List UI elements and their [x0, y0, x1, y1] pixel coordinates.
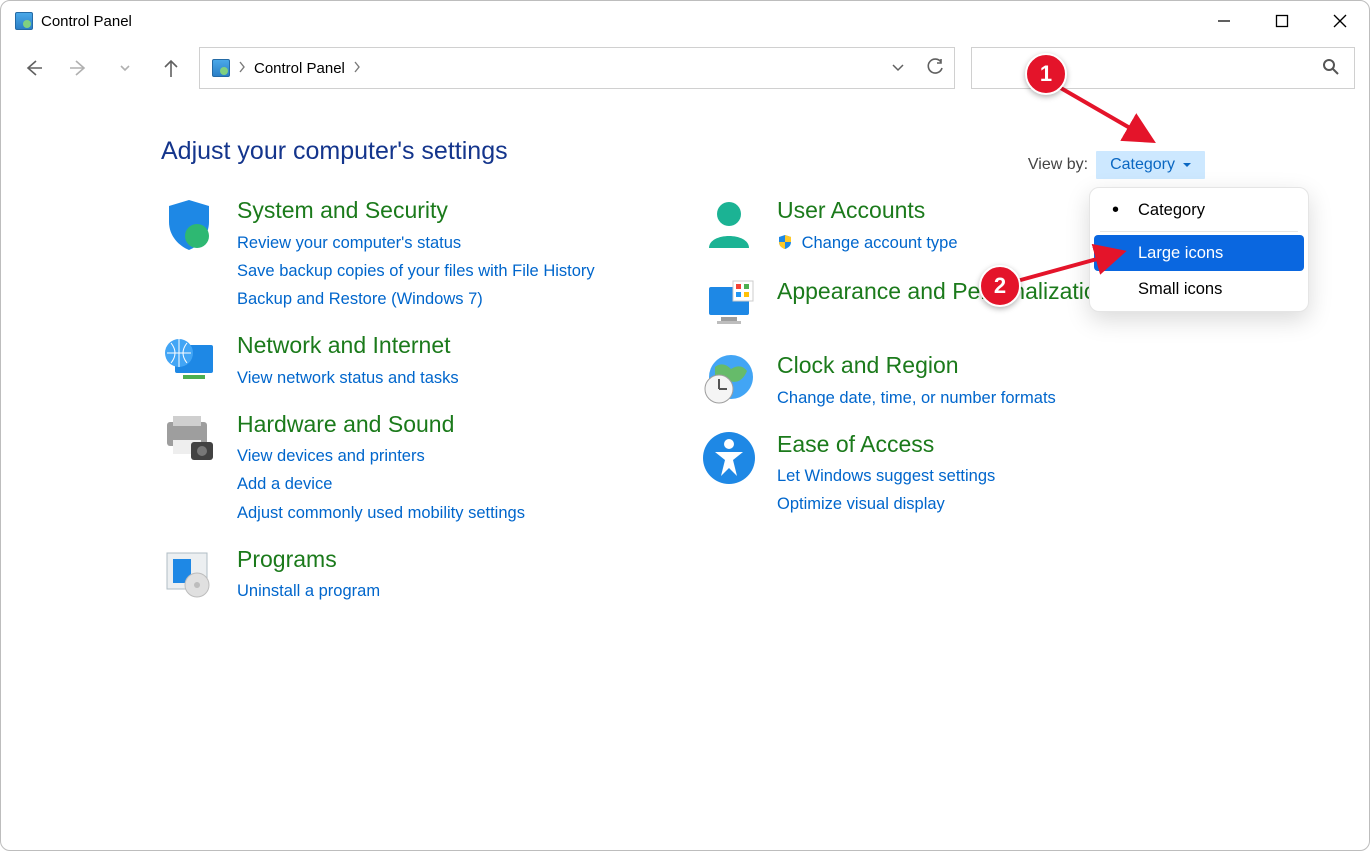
category-title[interactable]: Clock and Region: [777, 351, 1056, 380]
link-add-device[interactable]: Add a device: [237, 470, 332, 498]
link-uninstall-program[interactable]: Uninstall a program: [237, 577, 380, 605]
link-suggest-settings[interactable]: Let Windows suggest settings: [777, 462, 995, 490]
search-icon: [1322, 58, 1340, 79]
annotation-arrow-2: [1011, 243, 1131, 289]
refresh-button[interactable]: [926, 58, 944, 79]
category-network-internet: Network and Internet View network status…: [161, 331, 641, 392]
toolbar: Control Panel: [1, 41, 1369, 95]
category-title[interactable]: User Accounts: [777, 196, 958, 225]
up-button[interactable]: [157, 54, 185, 82]
annotation-badge-2: 2: [979, 265, 1021, 307]
category-system-security: System and Security Review your computer…: [161, 196, 641, 313]
link-review-status[interactable]: Review your computer's status: [237, 229, 461, 257]
recent-locations-button[interactable]: [111, 54, 139, 82]
link-devices-printers[interactable]: View devices and printers: [237, 442, 425, 470]
link-file-history[interactable]: Save backup copies of your files with Fi…: [237, 257, 595, 285]
category-title[interactable]: Programs: [237, 545, 380, 574]
shield-icon: [161, 196, 217, 252]
menu-item-category[interactable]: Category: [1094, 192, 1304, 228]
category-programs: Programs Uninstall a program: [161, 545, 641, 606]
link-backup-restore[interactable]: Backup and Restore (Windows 7): [237, 285, 483, 313]
annotation-badge-1: 1: [1025, 53, 1067, 95]
printer-camera-icon: [161, 410, 217, 466]
globe-monitor-icon: [161, 331, 217, 387]
close-button[interactable]: [1311, 1, 1369, 41]
titlebar: Control Panel: [1, 1, 1369, 41]
address-bar[interactable]: Control Panel: [199, 47, 955, 89]
category-title[interactable]: System and Security: [237, 196, 595, 225]
menu-separator: [1100, 231, 1298, 232]
address-dropdown-button[interactable]: [890, 59, 906, 78]
chevron-right-icon: [353, 61, 361, 76]
link-change-date-time[interactable]: Change date, time, or number formats: [777, 384, 1056, 412]
minimize-button[interactable]: [1195, 1, 1253, 41]
address-bar-icon: [212, 59, 230, 77]
category-hardware-sound: Hardware and Sound View devices and prin…: [161, 410, 641, 527]
uac-shield-icon: [777, 231, 793, 259]
back-button[interactable]: [19, 54, 47, 82]
annotation-arrow-1: [1053, 81, 1163, 153]
category-title[interactable]: Ease of Access: [777, 430, 995, 459]
category-title[interactable]: Network and Internet: [237, 331, 459, 360]
user-icon: [701, 196, 757, 252]
maximize-button[interactable]: [1253, 1, 1311, 41]
breadcrumb-control-panel[interactable]: Control Panel: [254, 60, 345, 77]
link-change-account-type[interactable]: Change account type: [777, 229, 958, 259]
appearance-icon: [701, 277, 757, 333]
link-optimize-display[interactable]: Optimize visual display: [777, 490, 945, 518]
control-panel-icon: [15, 12, 33, 30]
clock-globe-icon: [701, 351, 757, 407]
link-mobility-settings[interactable]: Adjust commonly used mobility settings: [237, 499, 525, 527]
link-network-status[interactable]: View network status and tasks: [237, 364, 459, 392]
forward-button[interactable]: [65, 54, 93, 82]
category-title[interactable]: Hardware and Sound: [237, 410, 525, 439]
programs-icon: [161, 545, 217, 601]
category-ease-of-access: Ease of Access Let Windows suggest setti…: [701, 430, 1221, 519]
accessibility-icon: [701, 430, 757, 486]
category-column-left: System and Security Review your computer…: [161, 196, 641, 623]
window-title: Control Panel: [41, 13, 132, 30]
chevron-right-icon: [238, 61, 246, 76]
content-area: Adjust your computer's settings System a…: [1, 95, 1369, 623]
control-panel-window: Control Panel: [0, 0, 1370, 851]
category-clock-region: Clock and Region Change date, time, or n…: [701, 351, 1221, 412]
window-controls: [1195, 1, 1369, 41]
